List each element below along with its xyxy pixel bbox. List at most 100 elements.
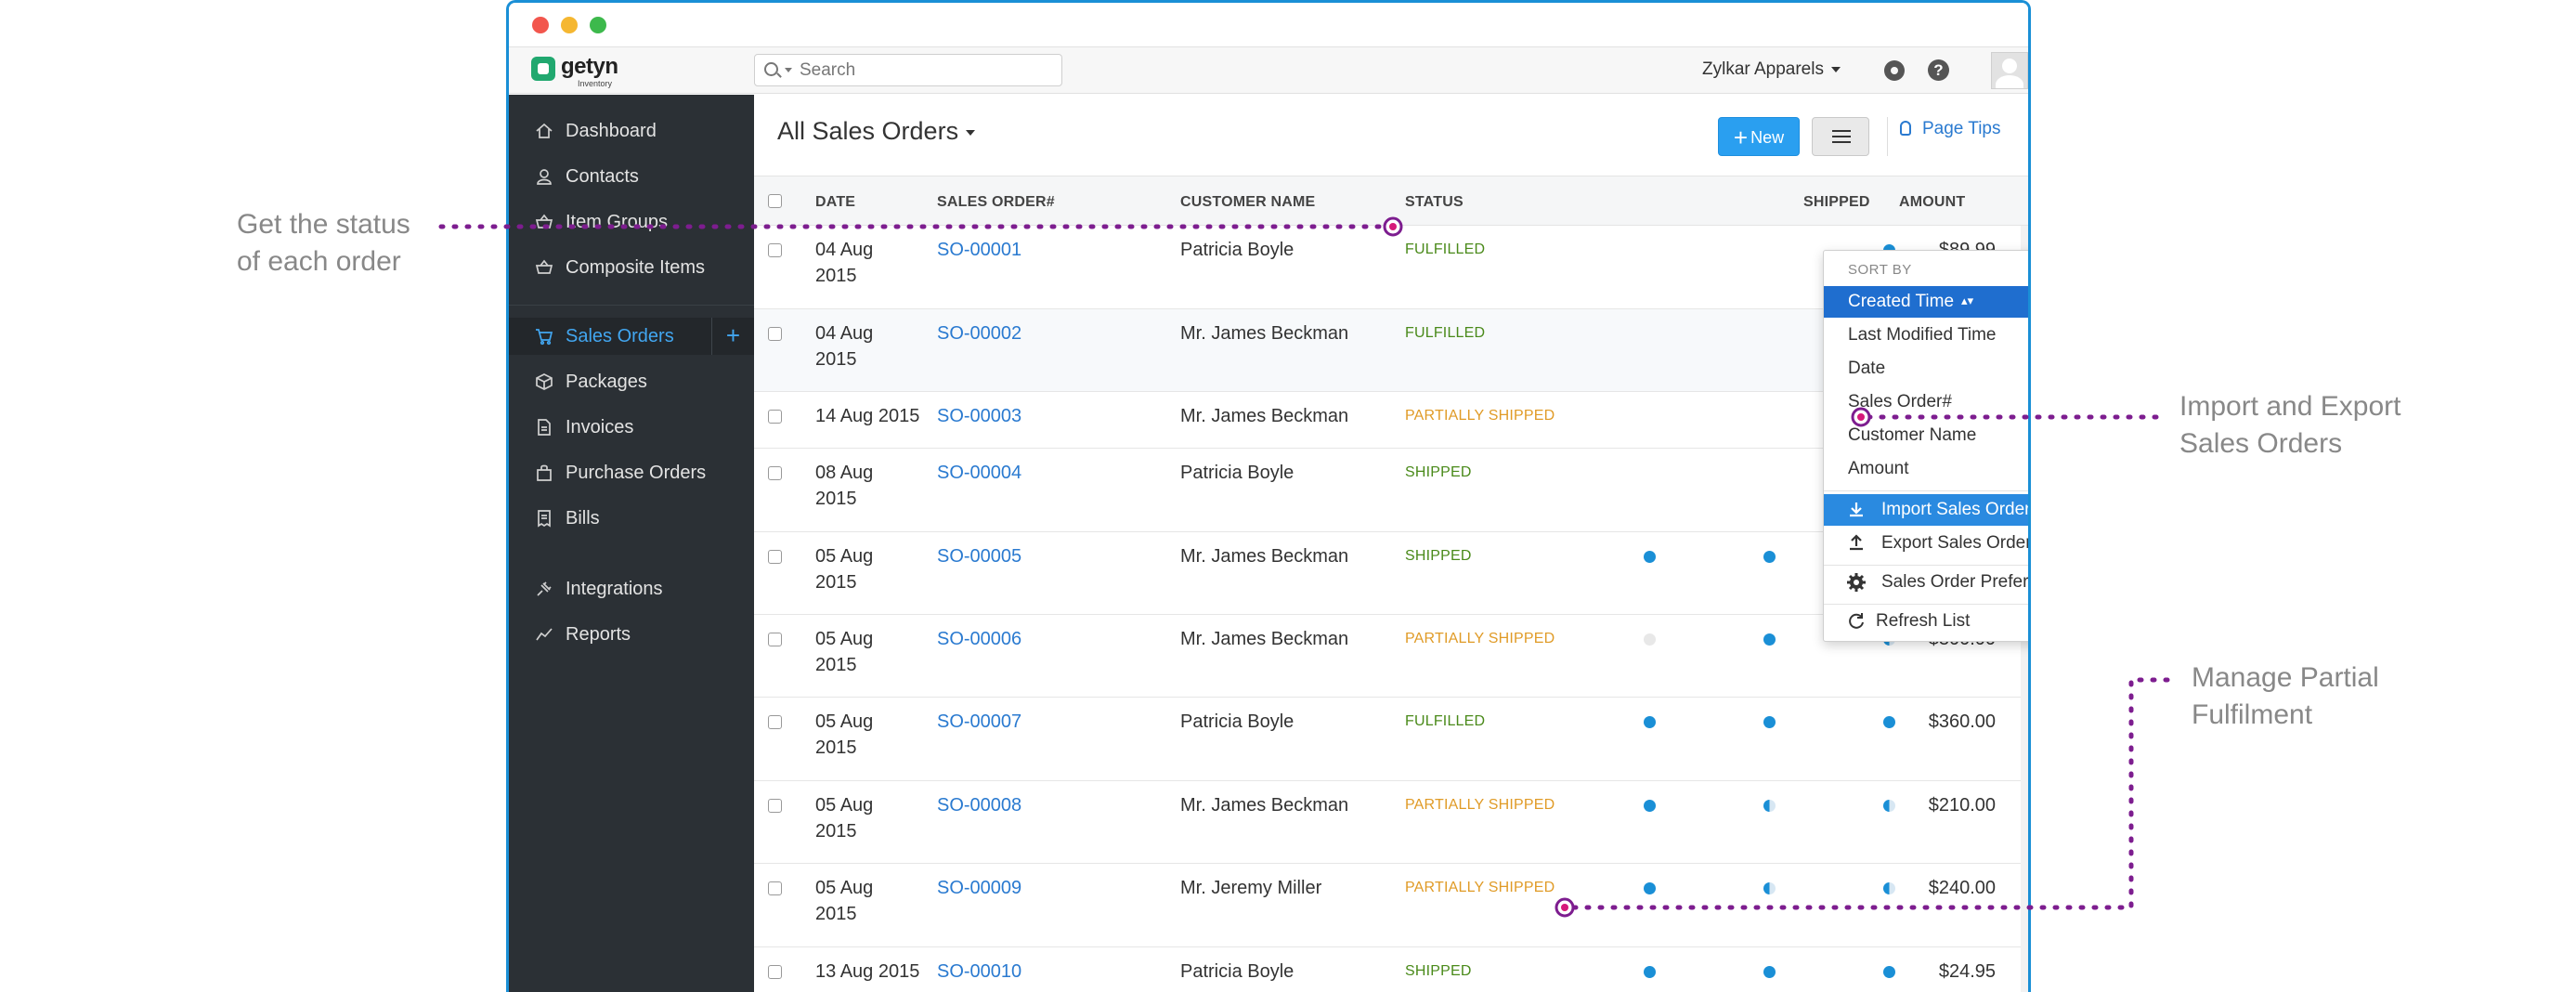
row-checkbox[interactable]	[768, 965, 782, 979]
sidebar-item-dashboard[interactable]: Dashboard	[509, 112, 754, 150]
status-badge: PARTIALLY SHIPPED	[1405, 408, 1555, 424]
order-date: 05 Aug 2015	[815, 626, 873, 678]
sort-sales-order-number[interactable]: Sales Order#	[1824, 386, 2028, 418]
row-checkbox[interactable]	[768, 715, 782, 729]
sales-order-link[interactable]: SO-00006	[937, 626, 1021, 652]
sidebar-item-integrations[interactable]: Integrations	[509, 570, 754, 607]
sales-order-link[interactable]: SO-00001	[937, 237, 1021, 263]
sidebar-item-reports[interactable]: Reports	[509, 616, 754, 653]
sales-order-link[interactable]: SO-00005	[937, 543, 1021, 569]
user-avatar[interactable]	[1991, 52, 2028, 89]
sort-customer-name[interactable]: Customer Name	[1824, 420, 2028, 451]
sidebar-item-item-groups[interactable]: Item Groups	[509, 203, 754, 241]
plug-icon	[537, 581, 552, 596]
view-selector[interactable]: All Sales Orders	[777, 117, 976, 146]
row-checkbox[interactable]	[768, 466, 782, 480]
status-badge: SHIPPED	[1405, 963, 1472, 979]
row-checkbox[interactable]	[768, 327, 782, 341]
sidebar-item-sales-orders[interactable]: Sales Orders +	[509, 318, 754, 355]
sales-order-link[interactable]: SO-00008	[937, 792, 1021, 818]
help-icon[interactable]: ?	[1928, 59, 1949, 81]
sidebar-item-label: Invoices	[566, 417, 634, 437]
table-row[interactable]: 05 Aug 2015 SO-00007 Patricia Boyle FULFILLE…	[754, 698, 2028, 781]
customer-name: Mr. James Beckman	[1180, 546, 1349, 567]
export-sales-orders-item[interactable]: Export Sales Orders	[1824, 528, 2028, 559]
new-sales-order-button[interactable]: + New	[1718, 117, 1800, 156]
table-row[interactable]: 05 Aug 2015 SO-00009 Mr. Jeremy Miller PARTI…	[754, 864, 2028, 947]
page-tips-link[interactable]: Page Tips	[1900, 119, 2001, 139]
sidebar-item-contacts[interactable]: Contacts	[509, 158, 754, 195]
sidebar-item-purchase-orders[interactable]: Purchase Orders	[509, 454, 754, 491]
maximize-window-button[interactable]	[590, 17, 606, 33]
more-options-button[interactable]	[1812, 117, 1869, 156]
customer-name: Mr. James Beckman	[1180, 406, 1349, 426]
sidebar-item-composite-items[interactable]: Composite Items	[509, 249, 754, 286]
search-input[interactable]	[800, 59, 1050, 82]
add-sales-order-button[interactable]: +	[711, 318, 754, 355]
order-amount: $210.00	[1928, 795, 1996, 816]
main-content: All Sales Orders + New Page Tips DATE SAL…	[754, 95, 2028, 992]
close-window-button[interactable]	[532, 17, 549, 33]
row-checkbox[interactable]	[768, 799, 782, 813]
sidebar-item-label: Contacts	[566, 166, 639, 187]
row-checkbox[interactable]	[768, 410, 782, 424]
order-date-line: 2015	[815, 904, 857, 924]
sort-last-modified-time[interactable]: Last Modified Time	[1824, 320, 2028, 351]
organization-switcher[interactable]: Zylkar Apparels	[1702, 59, 1841, 80]
chart-icon	[536, 628, 553, 641]
row-checkbox[interactable]	[768, 550, 782, 564]
box-icon	[536, 373, 553, 390]
sales-order-link[interactable]: SO-00004	[937, 460, 1021, 486]
annotation-partial-line2: Fulfilment	[2192, 699, 2313, 730]
sales-order-preferences-item[interactable]: Sales Order Preferences	[1824, 567, 2028, 598]
sales-order-link[interactable]: SO-00010	[937, 959, 1021, 985]
column-header-sales-order[interactable]: SALES ORDER#	[937, 194, 1055, 211]
sidebar-item-packages[interactable]: Packages	[509, 363, 754, 400]
select-all-checkbox[interactable]	[768, 194, 782, 208]
row-checkbox[interactable]	[768, 243, 782, 257]
column-header-date[interactable]: DATE	[815, 194, 855, 211]
order-date-line: 05 Aug	[815, 629, 874, 649]
import-sales-orders-item[interactable]: Import Sales Orders	[1824, 494, 2028, 526]
sort-amount[interactable]: Amount	[1824, 453, 2028, 485]
table-row[interactable]: 13 Aug 2015 SO-00010 Patricia Boyle SHIPPED…	[754, 947, 2028, 992]
logo-mark-icon	[531, 57, 555, 81]
search-box	[754, 54, 1062, 86]
receipt-icon	[538, 510, 551, 528]
order-date: 04 Aug 2015	[815, 237, 873, 289]
search-filter-caret-icon[interactable]	[785, 68, 792, 72]
sales-order-link[interactable]: SO-00002	[937, 320, 1021, 346]
sidebar-item-bills[interactable]: Bills	[509, 500, 754, 537]
sales-order-link[interactable]: SO-00003	[937, 403, 1021, 429]
sidebar-item-invoices[interactable]: Invoices	[509, 409, 754, 446]
sort-date[interactable]: Date	[1824, 353, 2028, 385]
minimize-window-button[interactable]	[561, 17, 578, 33]
row-checkbox[interactable]	[768, 881, 782, 895]
order-date-line: 08 Aug	[815, 463, 874, 483]
order-date-line: 13 Aug 2015	[815, 961, 920, 982]
order-date-line: 2015	[815, 737, 857, 758]
column-header-status[interactable]: STATUS	[1405, 194, 1464, 211]
order-date-line: 05 Aug	[815, 795, 874, 816]
sidebar-item-label: Item Groups	[566, 212, 669, 232]
refresh-list-item[interactable]: Refresh List	[1824, 606, 2028, 637]
action-label: Refresh List	[1876, 611, 1971, 631]
sales-order-link[interactable]: SO-00007	[937, 709, 1021, 735]
fulfilment-indicator-icon	[1883, 716, 1895, 728]
app-logo[interactable]: getyn Inventory	[531, 54, 633, 88]
dropdown-divider	[1824, 604, 2028, 605]
settings-gear-icon[interactable]	[1884, 60, 1905, 81]
sort-item-label: Created Time	[1848, 292, 1955, 311]
column-header-shipped[interactable]: SHIPPED	[1803, 194, 1870, 211]
row-checkbox[interactable]	[768, 633, 782, 646]
header-divider	[1887, 117, 1888, 156]
column-header-customer[interactable]: CUSTOMER NAME	[1180, 194, 1315, 211]
sales-order-link[interactable]: SO-00009	[937, 875, 1021, 901]
sort-created-time[interactable]: Created Time ▴▾	[1824, 286, 2028, 318]
fulfilment-indicator-icon	[1883, 800, 1895, 812]
table-row[interactable]: 05 Aug 2015 SO-00008 Mr. James Beckman PARTI…	[754, 781, 2028, 864]
search-icon[interactable]	[764, 62, 778, 76]
fulfilment-indicator-icon	[1644, 966, 1656, 978]
status-badge: FULFILLED	[1405, 713, 1486, 729]
column-header-amount[interactable]: AMOUNT	[1899, 194, 1965, 211]
